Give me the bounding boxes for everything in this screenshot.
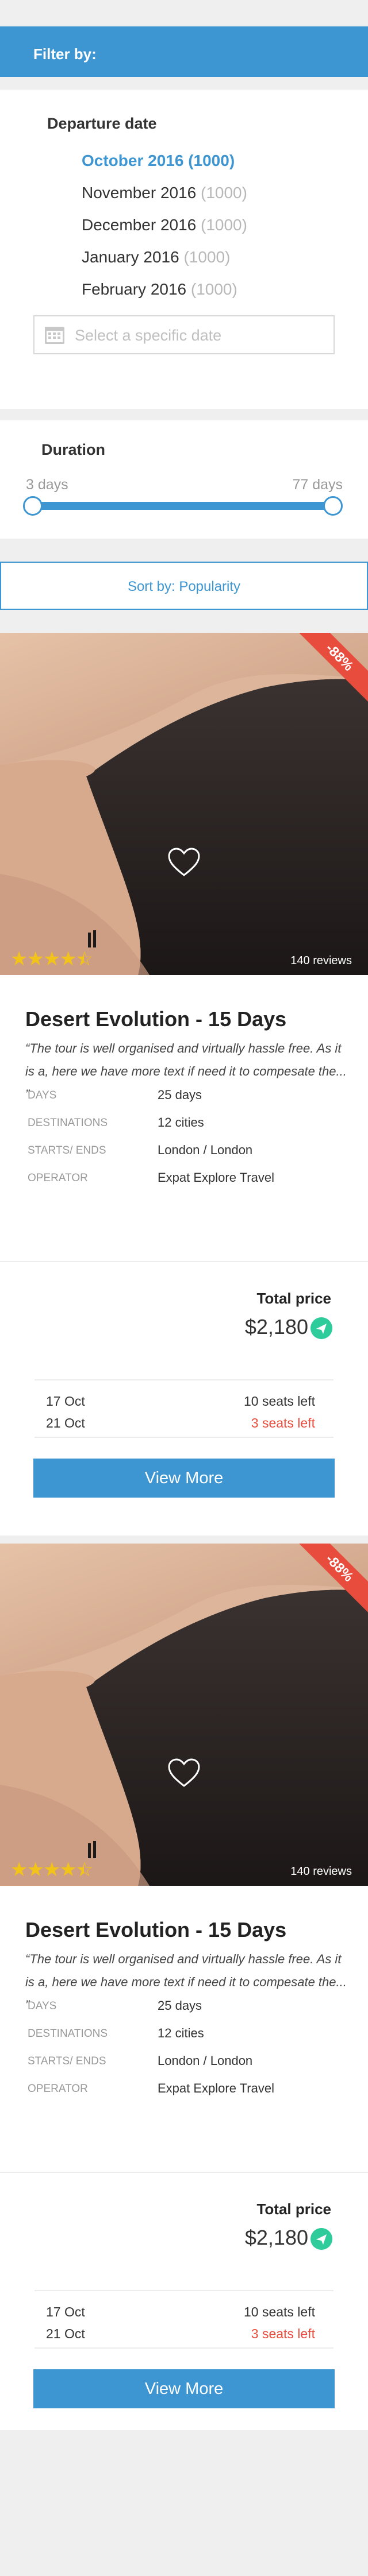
date-option[interactable]: December 2016 (1000): [82, 216, 247, 234]
sort-label: Sort by: Popularity: [127, 579, 241, 594]
total-price-value: $2,180: [244, 2226, 308, 2249]
date-option-count: (1000): [201, 184, 247, 202]
spec-value: 25 days: [158, 1998, 202, 2013]
dates-divider: [34, 2290, 334, 2291]
spec-label: OPERATOR: [28, 2083, 88, 2095]
tour-photo[interactable]: -88% ★★★★☆★ 140 reviews: [0, 1544, 368, 1886]
date-option-month: January 2016: [82, 248, 179, 266]
paper-plane-icon: [310, 2228, 332, 2250]
spec-label: DAYS: [28, 1089, 57, 1101]
tour-card: -88% ★★★★☆★ 140 reviews Desert Evolution…: [0, 1544, 368, 2430]
date-option-count: (1000): [188, 152, 235, 169]
view-more-button[interactable]: View More: [33, 2369, 335, 2408]
specific-date-input[interactable]: Select a specific date: [33, 315, 335, 354]
duration-slider-track[interactable]: [32, 502, 332, 510]
spec-value: Expat Explore Travel: [158, 2081, 274, 2095]
total-price-label: Total price: [256, 1290, 331, 1307]
date-option[interactable]: January 2016 (1000): [82, 248, 230, 266]
spec-value: Expat Explore Travel: [158, 1170, 274, 1185]
dates-divider: [34, 1437, 334, 1438]
date-option[interactable]: October 2016 (1000): [82, 152, 235, 170]
departure-date-title: Departure date: [47, 115, 157, 132]
seats-left: 10 seats left: [243, 1394, 315, 1409]
spec-label: OPERATOR: [28, 1172, 88, 1184]
spec-label: STARTS/ ENDS: [28, 1144, 106, 1157]
duration-min-label: 3 days: [26, 477, 68, 493]
departure-date-panel: Departure date October 2016 (1000) Novem…: [0, 90, 368, 409]
specific-date-placeholder: Select a specific date: [75, 327, 222, 344]
duration-title: Duration: [41, 441, 105, 458]
date-option-count: (1000): [201, 216, 247, 234]
duration-max-handle[interactable]: [323, 496, 343, 516]
date-option-count: (1000): [190, 280, 237, 298]
departure-date: 21 Oct: [46, 2326, 85, 2341]
star-rating: ★★★★☆★: [10, 1859, 93, 1881]
duration-panel: Duration 3 days 77 days: [0, 420, 368, 539]
reviews-count[interactable]: 140 reviews: [290, 1865, 352, 1878]
heart-icon[interactable]: [167, 846, 201, 879]
spec-value: 12 cities: [158, 1115, 204, 1130]
spec-value: London / London: [158, 2053, 253, 2068]
spec-label: DESTINATIONS: [28, 2028, 108, 2040]
view-more-button[interactable]: View More: [33, 1459, 335, 1498]
departure-date: 17 Oct: [46, 1394, 85, 1409]
departure-date: 17 Oct: [46, 2304, 85, 2319]
desert-image: [0, 1544, 368, 1886]
section-divider: [0, 2172, 368, 2173]
spec-label: DESTINATIONS: [28, 1117, 108, 1129]
total-price-label: Total price: [256, 2200, 331, 2218]
tour-name[interactable]: Desert Evolution - 15 Days: [25, 1007, 286, 1031]
desert-image: [0, 633, 368, 975]
spec-value: 25 days: [158, 1088, 202, 1102]
dates-divider: [34, 2347, 334, 2349]
date-option-count: (1000): [183, 248, 231, 266]
spec-label: DAYS: [28, 2000, 57, 2012]
filter-header: Filter by:: [0, 26, 368, 77]
date-option-month: October 2016: [82, 152, 184, 169]
seats-left: 10 seats left: [243, 2304, 315, 2319]
date-option[interactable]: February 2016 (1000): [82, 280, 237, 299]
calendar-icon: [45, 327, 64, 344]
date-option-month: February 2016: [82, 280, 187, 298]
date-option-month: November 2016: [82, 184, 197, 202]
tour-card: -88% ★★★★☆★ 140 reviews Desert Evolution…: [0, 633, 368, 1535]
date-option[interactable]: November 2016 (1000): [82, 184, 247, 202]
total-price-value: $2,180: [244, 1315, 308, 1339]
spec-value: London / London: [158, 1143, 253, 1157]
tour-photo[interactable]: -88% ★★★★☆★ 140 reviews: [0, 633, 368, 975]
duration-max-label: 77 days: [292, 477, 343, 493]
star-rating: ★★★★☆★: [10, 948, 93, 970]
spec-label: STARTS/ ENDS: [28, 2055, 106, 2067]
heart-icon[interactable]: [167, 1757, 201, 1789]
duration-min-handle[interactable]: [23, 496, 43, 516]
section-divider: [0, 1261, 368, 1262]
tour-name[interactable]: Desert Evolution - 15 Days: [25, 1918, 286, 1942]
dates-divider: [34, 1379, 334, 1380]
spec-value: 12 cities: [158, 2026, 204, 2040]
reviews-count[interactable]: 140 reviews: [290, 954, 352, 968]
seats-left: 3 seats left: [251, 1415, 315, 1430]
paper-plane-icon: [310, 1317, 332, 1339]
seats-left: 3 seats left: [251, 2326, 315, 2341]
departure-date: 21 Oct: [46, 1415, 85, 1430]
date-option-month: December 2016: [82, 216, 197, 234]
sort-dropdown[interactable]: Sort by: Popularity: [0, 562, 368, 610]
filter-header-label: Filter by:: [33, 45, 97, 63]
